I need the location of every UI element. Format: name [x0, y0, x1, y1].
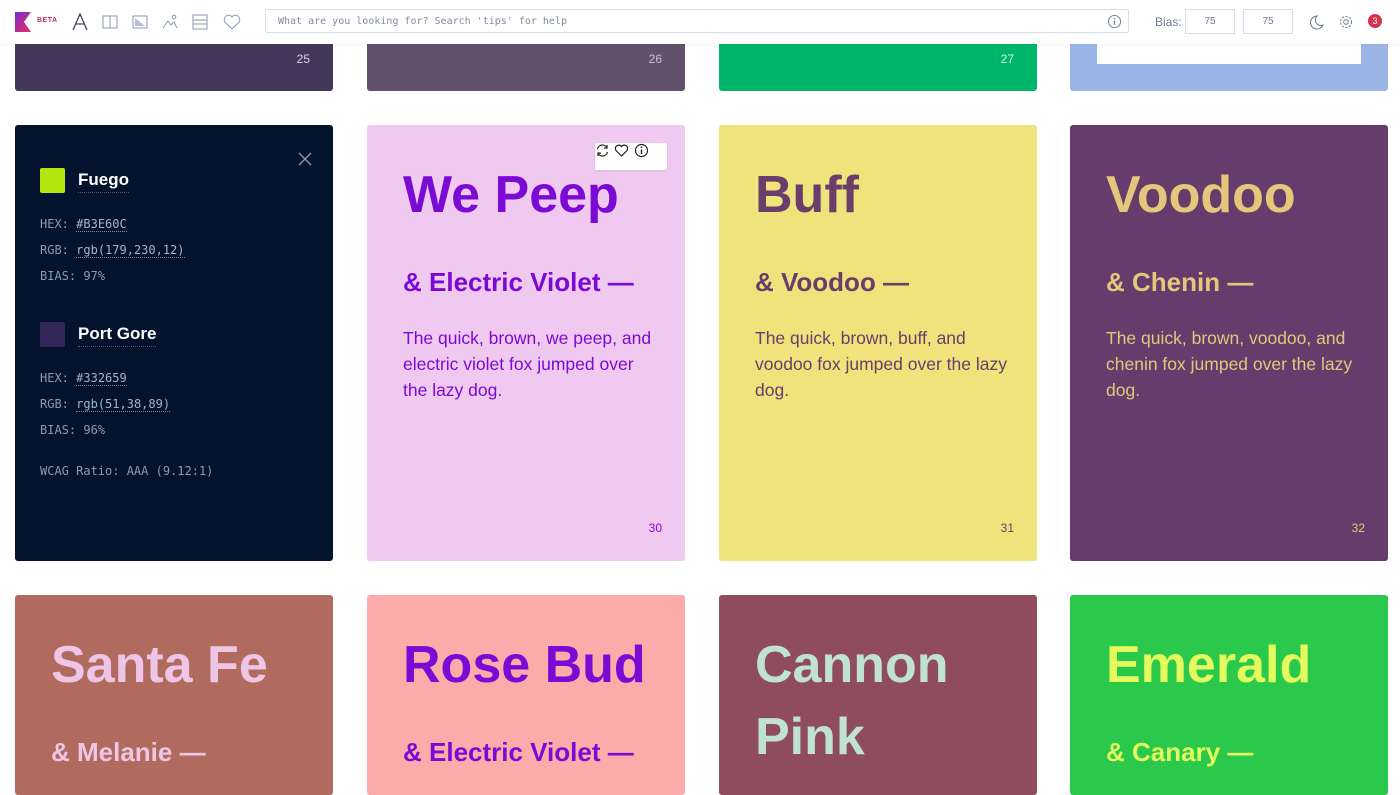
notification-badge[interactable]: 3 — [1368, 14, 1382, 28]
palette-card-36[interactable]: Emerald & Canary — — [1070, 595, 1388, 795]
primary-rgb-value[interactable]: rgb(179,230,12) — [76, 243, 185, 258]
card-subtitle: & Voodoo — — [755, 267, 910, 297]
palette-card-34[interactable]: Rose Bud & Electric Violet — — [367, 595, 685, 795]
primary-bias-row: BIAS: 97% — [40, 269, 105, 283]
font-icon[interactable] — [70, 12, 90, 32]
rows-icon[interactable] — [190, 12, 210, 32]
heart-icon[interactable] — [614, 143, 629, 158]
info-icon[interactable] — [1107, 14, 1122, 29]
card-number: 27 — [1000, 52, 1014, 66]
card-number: 32 — [1351, 521, 1365, 535]
palette-card-33[interactable]: Santa Fe & Melanie — — [15, 595, 333, 795]
card-title: Voodoo — [1106, 166, 1296, 224]
card-subtitle: & Canary — — [1106, 737, 1254, 767]
palette-card-35[interactable]: Cannon Pink — [719, 595, 1037, 795]
close-icon[interactable] — [298, 152, 312, 166]
columns-icon[interactable] — [100, 12, 120, 32]
bias-label: Bias: — [1155, 15, 1182, 29]
moon-icon[interactable] — [1308, 14, 1324, 30]
primary-bias-value: 97% — [83, 269, 106, 283]
hex-label: HEX: — [40, 371, 69, 385]
secondary-rgb-row: RGB: rgb(51,38,89) — [40, 397, 171, 412]
card-body-text: The quick, brown, buff, and voodoo fox j… — [755, 328, 1007, 400]
search-input[interactable] — [266, 10, 1098, 32]
card-number: 26 — [648, 52, 662, 66]
palette-card-30[interactable]: We Peep & Electric Violet — The quick, b… — [367, 125, 685, 561]
card-subtitle: & Chenin — — [1106, 267, 1254, 297]
bias-label: BIAS: — [40, 423, 77, 437]
card-subtitle: & Electric Violet — — [403, 737, 634, 767]
logo-icon[interactable] — [15, 12, 31, 32]
card-title: We Peep — [403, 166, 619, 224]
hex-label: HEX: — [40, 217, 69, 231]
top-toolbar: BETA Bias: 75 75 3 — [0, 0, 1400, 44]
card-title: Cannon Pink — [755, 636, 949, 766]
secondary-rgb-value[interactable]: rgb(51,38,89) — [76, 397, 171, 412]
secondary-bias-value: 96% — [83, 423, 106, 437]
card-body-text: The quick, brown, voodoo, and chenin fox… — [1106, 328, 1353, 400]
beta-badge: BETA — [37, 17, 58, 24]
card-body-text: The quick, brown, we peep, and electric … — [403, 328, 652, 400]
card-subtitle: & Electric Violet — — [403, 267, 634, 297]
palette-card-32[interactable]: Voodoo & Chenin — The quick, brown, vood… — [1070, 125, 1388, 561]
card-number: 25 — [296, 52, 310, 66]
rgb-label: RGB: — [40, 397, 69, 411]
card-actions-toolbar — [595, 143, 667, 170]
primary-hex-row: HEX: #B3E60C — [40, 217, 127, 232]
gear-icon[interactable] — [1338, 14, 1354, 30]
heart-icon[interactable] — [222, 12, 242, 32]
wcag-ratio: WCAG Ratio: AAA (9.12:1) — [40, 464, 214, 478]
image-icon[interactable] — [160, 12, 180, 32]
bias-label: BIAS: — [40, 269, 77, 283]
bias-input-1[interactable]: 75 — [1185, 9, 1235, 34]
card-title: Emerald — [1106, 636, 1312, 694]
card-subtitle: & Melanie — — [51, 737, 206, 767]
secondary-color-swatch — [40, 322, 65, 347]
secondary-hex-value[interactable]: #332659 — [76, 371, 127, 386]
primary-rgb-row: RGB: rgb(179,230,12) — [40, 243, 185, 258]
color-detail-panel: Fuego HEX: #B3E60C RGB: rgb(179,230,12) … — [15, 125, 333, 561]
primary-color-name[interactable]: Fuego — [78, 170, 129, 193]
refresh-icon[interactable] — [595, 143, 610, 158]
card-title: Buff — [755, 166, 859, 224]
info-icon[interactable] — [634, 143, 649, 158]
card-title: Rose Bud — [403, 636, 646, 694]
primary-hex-value[interactable]: #B3E60C — [76, 217, 127, 232]
bias-input-2[interactable]: 75 — [1243, 9, 1293, 34]
search-box — [265, 9, 1129, 33]
card-number: 31 — [1000, 521, 1014, 535]
secondary-bias-row: BIAS: 96% — [40, 423, 105, 437]
card-title: Santa Fe — [51, 636, 268, 694]
card-number: 30 — [648, 521, 662, 535]
rgb-label: RGB: — [40, 243, 69, 257]
palette-card-31[interactable]: Buff & Voodoo — The quick, brown, buff, … — [719, 125, 1037, 561]
secondary-hex-row: HEX: #332659 — [40, 371, 127, 386]
primary-color-swatch — [40, 168, 65, 193]
secondary-color-name[interactable]: Port Gore — [78, 324, 157, 347]
gradient-icon[interactable] — [130, 12, 150, 32]
